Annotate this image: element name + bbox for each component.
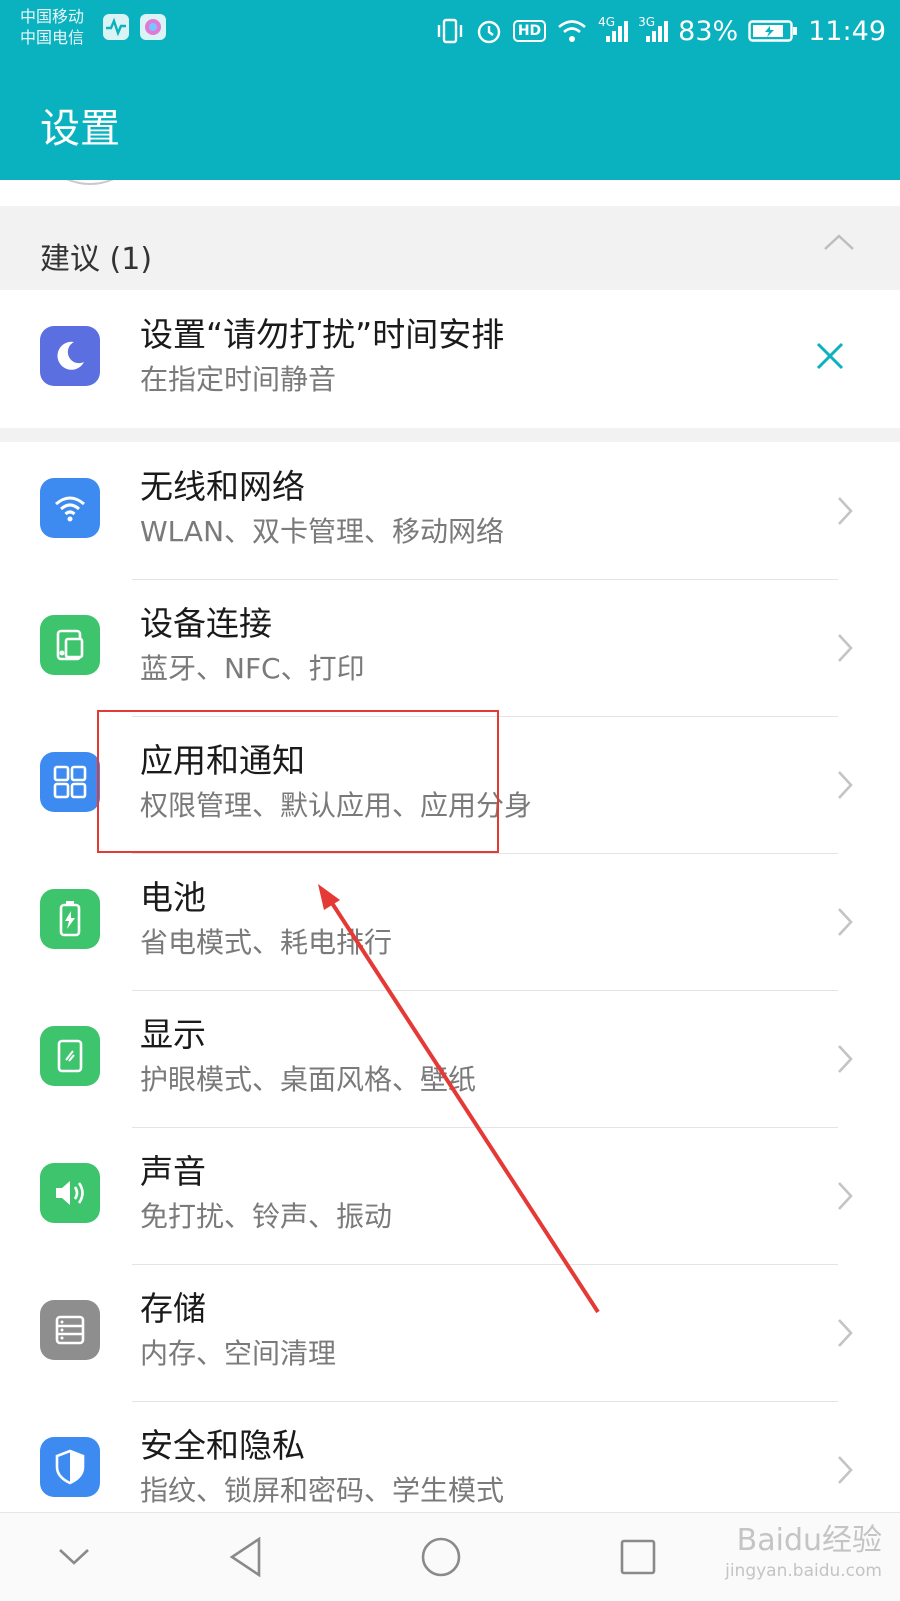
menu-item-subtitle: 免打扰、铃声、振动 (140, 1200, 393, 1233)
menu-item-title: 电池 (140, 878, 206, 917)
menu-item-title: 安全和隐私 (140, 1426, 305, 1465)
menu-item-title: 设备连接 (140, 604, 272, 643)
recent-apps-icon[interactable] (612, 1531, 664, 1583)
clock: 11:49 (808, 15, 886, 47)
chevron-right-icon (838, 497, 853, 525)
search-icon-partial (66, 180, 114, 185)
watermark-main: Baidu经验 (736, 1523, 882, 1558)
signal-4g-icon: 4G (598, 15, 629, 44)
watermark-url: jingyan.baidu.com (725, 1561, 882, 1581)
moon-icon (40, 326, 100, 386)
menu-item-subtitle: 省电模式、耗电排行 (140, 926, 393, 959)
watermark: Baidu经验 jingyan.baidu.com (725, 1526, 882, 1586)
chevron-up-icon[interactable] (822, 232, 856, 252)
battery-percent: 83% (678, 15, 739, 47)
status-bar: 中国移动 中国电信 HD 4G 3G 83% 11:49 (0, 0, 900, 62)
activity-icon (103, 14, 129, 40)
hd-icon: HD (512, 20, 547, 42)
chevron-right-icon (838, 1045, 853, 1073)
chevron-down-icon[interactable] (48, 1531, 100, 1583)
vibrate-icon (435, 17, 465, 45)
network-type-2: 3G (638, 15, 656, 29)
chevron-right-icon (838, 1456, 853, 1484)
menu-item-sound[interactable]: 声音 免打扰、铃声、振动 (0, 1127, 900, 1265)
menu-item-storage[interactable]: 存储 内存、空间清理 (0, 1264, 900, 1402)
apps-grid-icon (40, 752, 100, 812)
menu-item-security-privacy[interactable]: 安全和隐私 指纹、锁屏和密码、学生模式 (0, 1401, 900, 1512)
menu-item-subtitle: 指纹、锁屏和密码、学生模式 (140, 1474, 505, 1507)
search-area-partial (0, 180, 900, 206)
display-icon (40, 1026, 100, 1086)
menu-item-subtitle: 护眼模式、桌面风格、壁纸 (140, 1063, 477, 1096)
shield-icon (40, 1437, 100, 1497)
alarm-icon (475, 17, 503, 45)
close-icon[interactable] (814, 340, 846, 372)
chevron-right-icon (838, 771, 853, 799)
settings-content[interactable]: 建议 (1) 设置“请勿打扰”时间安排 在指定时间静音 无线和网络 WLAN、双… (0, 180, 900, 1512)
chevron-right-icon (838, 634, 853, 662)
home-icon[interactable] (415, 1531, 467, 1583)
speaker-icon (40, 1163, 100, 1223)
menu-item-subtitle: WLAN、双卡管理、移动网络 (140, 515, 505, 548)
menu-item-subtitle: 蓝牙、NFC、打印 (140, 652, 365, 685)
menu-item-subtitle: 内存、空间清理 (140, 1337, 337, 1370)
menu-item-device-connection[interactable]: 设备连接 蓝牙、NFC、打印 (0, 579, 900, 717)
wifi-signal-icon (556, 18, 588, 44)
menu-item-subtitle: 权限管理、默认应用、应用分身 (140, 789, 533, 822)
status-indicators: HD 4G 3G 83% 11:49 (435, 10, 886, 52)
page-title: 设置 (40, 106, 120, 152)
suggestion-title: 设置“请勿打扰”时间安排 (140, 315, 505, 354)
carrier-1: 中国移动 (20, 7, 85, 26)
back-icon[interactable] (220, 1531, 272, 1583)
chevron-right-icon (838, 1319, 853, 1347)
menu-item-battery[interactable]: 电池 省电模式、耗电排行 (0, 853, 900, 991)
settings-menu: 无线和网络 WLAN、双卡管理、移动网络 设备连接 蓝牙、NFC、打印 应用和通… (0, 442, 900, 1512)
suggestions-header: 建议 (1) (0, 206, 900, 288)
menu-item-display[interactable]: 显示 护眼模式、桌面风格、壁纸 (0, 990, 900, 1128)
menu-item-title: 声音 (140, 1152, 206, 1191)
wifi-icon (40, 478, 100, 538)
device-connection-icon (40, 615, 100, 675)
carrier-2: 中国电信 (20, 28, 85, 47)
chevron-right-icon (838, 908, 853, 936)
suggestions-title: 建议 (1) (40, 242, 153, 277)
menu-item-title: 显示 (140, 1015, 206, 1054)
menu-item-title: 无线和网络 (140, 467, 305, 506)
app-notification-icon (140, 14, 166, 40)
menu-item-title: 应用和通知 (140, 741, 305, 780)
storage-icon (40, 1300, 100, 1360)
menu-item-title: 存储 (140, 1289, 206, 1328)
app-header: 设置 (0, 62, 900, 180)
carrier-info: 中国移动 中国电信 (20, 6, 84, 48)
suggestion-subtitle: 在指定时间静音 (140, 363, 337, 396)
chevron-right-icon (838, 1182, 853, 1210)
menu-item-apps-notifications[interactable]: 应用和通知 权限管理、默认应用、应用分身 (0, 716, 900, 854)
signal-3g-icon: 3G (638, 15, 669, 44)
battery-icon (40, 889, 100, 949)
battery-status-icon (748, 19, 798, 43)
menu-item-wireless-network[interactable]: 无线和网络 WLAN、双卡管理、移动网络 (0, 442, 900, 580)
network-type-1: 4G (598, 15, 616, 29)
suggestion-item[interactable]: 设置“请勿打扰”时间安排 在指定时间静音 (0, 290, 900, 428)
